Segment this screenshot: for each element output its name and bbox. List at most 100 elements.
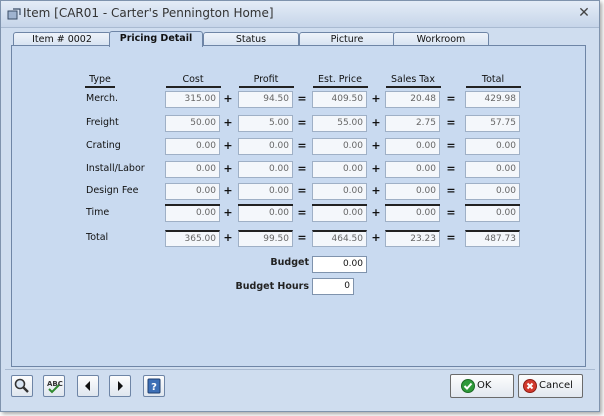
help-button[interactable]: ? — [143, 375, 165, 397]
equals-sign: = — [446, 139, 456, 152]
ok-label: OK — [477, 380, 492, 391]
tab-pricing-detail[interactable]: Pricing Detail — [109, 31, 203, 47]
sales-tax-cell[interactable]: 20.48 — [385, 91, 440, 108]
title-bar[interactable]: Item [CAR01 - Carter's Pennington Home] … — [1, 1, 599, 28]
column-header-profit: Profit — [253, 74, 279, 85]
plus-sign: + — [371, 162, 381, 175]
plus-sign: + — [223, 92, 233, 105]
cost-cell[interactable]: 0.00 — [165, 183, 220, 200]
column-header-cost: Cost — [182, 74, 204, 85]
equals-sign: = — [297, 162, 307, 175]
equals-sign: = — [446, 116, 456, 129]
cost-cell[interactable]: 0.00 — [165, 205, 220, 222]
spell-check-button[interactable]: ABC — [43, 375, 65, 397]
equals-sign: = — [297, 206, 307, 219]
budget-input[interactable]: 0.00 — [312, 256, 367, 273]
equals-sign: = — [297, 116, 307, 129]
header-underline — [85, 86, 115, 88]
total-divider — [165, 204, 220, 206]
equals-sign: = — [297, 184, 307, 197]
plus-sign: + — [371, 231, 381, 244]
tab-picture[interactable]: Picture — [299, 32, 395, 46]
column-header-est-price: Est. Price — [318, 74, 362, 85]
sales-tax-cell[interactable]: 0.00 — [385, 161, 440, 178]
previous-button[interactable] — [77, 375, 99, 397]
spell-check-icon: ABC — [47, 380, 63, 394]
est-price-cell[interactable]: 55.00 — [312, 115, 367, 132]
est-price-cell[interactable]: 0.00 — [312, 161, 367, 178]
sales-tax-cell[interactable]: 0.00 — [385, 138, 440, 155]
total-divider — [465, 204, 520, 206]
cancel-circle-icon — [523, 379, 537, 393]
sales-tax-cell[interactable]: 0.00 — [385, 183, 440, 200]
tab-status[interactable]: Status — [203, 32, 299, 46]
row-label: Crating — [86, 140, 121, 151]
plus-sign: + — [223, 184, 233, 197]
cost-cell[interactable]: 365.00 — [165, 230, 220, 247]
profit-cell[interactable]: 94.50 — [238, 91, 293, 108]
header-underline — [465, 86, 521, 88]
est-price-cell[interactable]: 464.50 — [312, 230, 367, 247]
arrow-right-icon — [118, 381, 123, 391]
bottom-separator — [5, 369, 595, 370]
est-price-cell[interactable]: 0.00 — [312, 138, 367, 155]
total-cell[interactable]: 0.00 — [465, 205, 520, 222]
profit-cell[interactable]: 0.00 — [238, 138, 293, 155]
app-icon — [7, 8, 21, 20]
sales-tax-cell[interactable]: 2.75 — [385, 115, 440, 132]
equals-sign: = — [446, 231, 456, 244]
close-icon[interactable]: ✕ — [575, 4, 593, 22]
profit-cell[interactable]: 0.00 — [238, 183, 293, 200]
est-price-cell[interactable]: 0.00 — [312, 183, 367, 200]
equals-sign: = — [446, 162, 456, 175]
total-cell[interactable]: 487.73 — [465, 230, 520, 247]
cost-cell[interactable]: 315.00 — [165, 91, 220, 108]
column-header-sales-tax: Sales Tax — [391, 74, 435, 85]
budget-hours-label: Budget Hours — [235, 281, 309, 292]
plus-sign: + — [223, 231, 233, 244]
sales-tax-cell[interactable]: 23.23 — [385, 230, 440, 247]
header-underline — [238, 86, 294, 88]
header-underline — [165, 86, 221, 88]
header-underline — [312, 86, 368, 88]
sales-tax-cell[interactable]: 0.00 — [385, 205, 440, 222]
find-button[interactable] — [11, 375, 33, 397]
total-divider — [385, 204, 440, 206]
cancel-label: Cancel — [539, 380, 573, 391]
total-divider — [312, 204, 367, 206]
plus-sign: + — [371, 206, 381, 219]
plus-sign: + — [223, 206, 233, 219]
tab-item-number[interactable]: Item # 0002 — [13, 32, 111, 46]
profit-cell[interactable]: 99.50 — [238, 230, 293, 247]
cancel-button[interactable]: Cancel — [518, 374, 583, 398]
equals-sign: = — [297, 139, 307, 152]
window-title: Item [CAR01 - Carter's Pennington Home] — [23, 6, 274, 20]
total-cell[interactable]: 0.00 — [465, 138, 520, 155]
plus-sign: + — [223, 162, 233, 175]
profit-cell[interactable]: 0.00 — [238, 205, 293, 222]
budget-label: Budget — [270, 257, 309, 268]
total-cell[interactable]: 429.98 — [465, 91, 520, 108]
total-cell[interactable]: 0.00 — [465, 161, 520, 178]
ok-button[interactable]: OK — [450, 374, 514, 398]
column-header-type: Type — [89, 74, 111, 85]
total-cell[interactable]: 0.00 — [465, 183, 520, 200]
plus-sign: + — [371, 184, 381, 197]
cost-cell[interactable]: 0.00 — [165, 161, 220, 178]
budget-hours-input[interactable]: 0 — [312, 278, 354, 295]
equals-sign: = — [297, 231, 307, 244]
tab-workroom[interactable]: Workroom — [393, 32, 489, 46]
total-cell[interactable]: 57.75 — [465, 115, 520, 132]
next-button[interactable] — [109, 375, 131, 397]
profit-cell[interactable]: 0.00 — [238, 161, 293, 178]
profit-cell[interactable]: 5.00 — [238, 115, 293, 132]
svg-text:ABC: ABC — [47, 380, 63, 388]
row-label: Time — [86, 207, 110, 218]
est-price-cell[interactable]: 409.50 — [312, 91, 367, 108]
magnifier-icon — [14, 378, 29, 393]
cost-cell[interactable]: 0.00 — [165, 138, 220, 155]
item-window: Item [CAR01 - Carter's Pennington Home] … — [0, 0, 600, 412]
est-price-cell[interactable]: 0.00 — [312, 205, 367, 222]
arrow-left-icon — [85, 381, 90, 391]
cost-cell[interactable]: 50.00 — [165, 115, 220, 132]
